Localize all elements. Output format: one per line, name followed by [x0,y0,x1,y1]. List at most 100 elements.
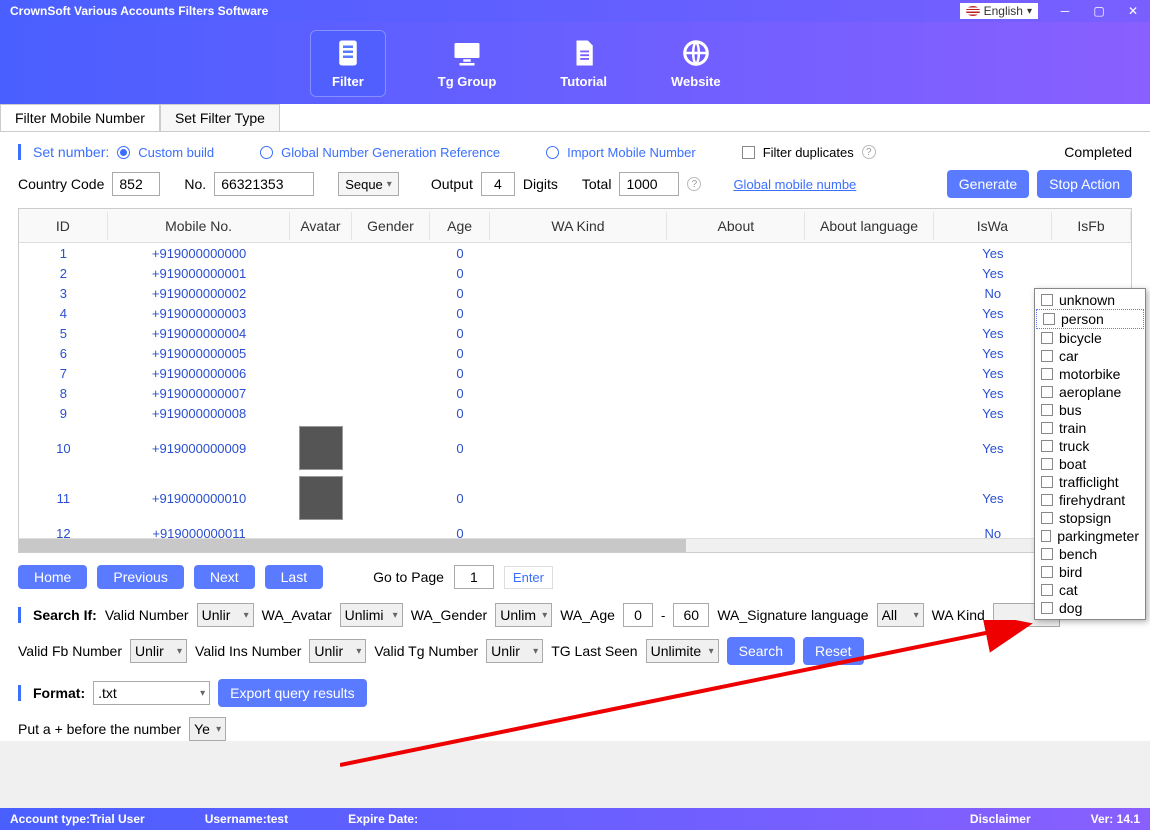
dropdown-item[interactable]: bench [1035,545,1145,563]
dropdown-item[interactable]: cat [1035,581,1145,599]
table-row[interactable]: 6+9190000000050Yes [19,343,1131,363]
minimize-button[interactable]: ─ [1048,0,1082,22]
valid-fb-select[interactable]: Unlir▾ [130,639,187,663]
dropdown-item[interactable]: unknown [1035,291,1145,309]
checkbox-icon[interactable] [1041,368,1053,380]
generate-button[interactable]: Generate [947,170,1029,198]
tg-last-seen-select[interactable]: Unlimite▾ [646,639,719,663]
maximize-button[interactable]: ▢ [1082,0,1116,22]
previous-button[interactable]: Previous [97,565,183,589]
checkbox-icon[interactable] [1041,512,1053,524]
checkbox-icon[interactable] [1041,530,1051,542]
dropdown-item[interactable]: motorbike [1035,365,1145,383]
table-row[interactable]: 9+9190000000080Yes [19,403,1131,423]
checkbox-icon[interactable] [1043,313,1055,325]
valid-tg-select[interactable]: Unlir▾ [486,639,543,663]
valid-ins-select[interactable]: Unlir▾ [309,639,366,663]
dropdown-item[interactable]: person [1036,309,1144,329]
close-button[interactable]: ✕ [1116,0,1150,22]
age-min-input[interactable] [623,603,653,627]
checkbox-icon[interactable] [1041,494,1053,506]
home-button[interactable]: Home [18,565,87,589]
checkbox-icon[interactable] [1041,602,1053,614]
dropdown-item[interactable]: stopsign [1035,509,1145,527]
country-code-input[interactable] [112,172,160,196]
radio-import[interactable] [546,146,559,159]
radio-custom-build[interactable] [117,146,130,159]
toolbar-filter[interactable]: Filter [310,30,386,97]
checkbox-filter-duplicates[interactable] [742,146,755,159]
total-input[interactable] [619,172,679,196]
export-button[interactable]: Export query results [218,679,367,707]
dropdown-item[interactable]: boat [1035,455,1145,473]
plus-prefix-select[interactable]: Ye▾ [189,717,226,741]
tab-set-filter-type[interactable]: Set Filter Type [160,104,280,131]
completed-label: Completed [1064,144,1132,160]
checkbox-icon[interactable] [1041,548,1053,560]
help-icon[interactable]: ? [862,145,876,159]
dropdown-item[interactable]: car [1035,347,1145,365]
toolbar-tggroup[interactable]: Tg Group [426,30,509,97]
checkbox-icon[interactable] [1041,422,1053,434]
radio-global-gen[interactable] [260,146,273,159]
checkbox-icon[interactable] [1041,386,1053,398]
table-row[interactable]: 3+9190000000020No [19,283,1131,303]
wa-gender-select[interactable]: Unlim▾ [495,603,552,627]
dropdown-item[interactable]: dog [1035,599,1145,617]
table-row[interactable]: 7+9190000000060Yes [19,363,1131,383]
checkbox-icon[interactable] [1041,350,1053,362]
table-row[interactable]: 1+9190000000000Yes [19,243,1131,263]
document-icon [569,38,599,68]
dropdown-item[interactable]: bus [1035,401,1145,419]
age-max-input[interactable] [673,603,709,627]
checkbox-icon[interactable] [1041,584,1053,596]
checkbox-icon[interactable] [1041,566,1053,578]
table-row[interactable]: 4+9190000000030Yes [19,303,1131,323]
dropdown-item[interactable]: parkingmeter [1035,527,1145,545]
checkbox-icon[interactable] [1041,476,1053,488]
horizontal-scrollbar[interactable] [19,538,1131,552]
status-bar: Account type:Trial User Username:test Ex… [0,808,1150,830]
format-select[interactable]: .txt▾ [93,681,210,705]
next-button[interactable]: Next [194,565,255,589]
monitor-icon [452,38,482,68]
enter-button[interactable]: Enter [504,566,553,589]
checkbox-icon[interactable] [1041,458,1053,470]
last-button[interactable]: Last [265,565,323,589]
table-row[interactable]: 2+9190000000010Yes [19,263,1131,283]
valid-number-select[interactable]: Unlir▾ [197,603,254,627]
checkbox-icon[interactable] [1041,440,1053,452]
wa-signature-lang-select[interactable]: All▾ [877,603,924,627]
table-row[interactable]: 10+9190000000090Yes [19,423,1131,473]
table-row[interactable]: 8+9190000000070Yes [19,383,1131,403]
global-mobile-link[interactable]: Global mobile numbe [733,177,856,192]
dropdown-item[interactable]: firehydrant [1035,491,1145,509]
output-input[interactable] [481,172,515,196]
sequence-select[interactable]: Seque▾ [338,172,399,196]
number-input[interactable] [214,172,314,196]
wa-avatar-select[interactable]: Unlimi▾ [340,603,403,627]
stop-action-button[interactable]: Stop Action [1037,170,1132,198]
checkbox-icon[interactable] [1041,294,1053,306]
help-icon[interactable]: ? [687,177,701,191]
dropdown-item[interactable]: train [1035,419,1145,437]
toolbar-website[interactable]: Website [659,30,733,97]
dropdown-item[interactable]: aeroplane [1035,383,1145,401]
tab-filter-mobile[interactable]: Filter Mobile Number [0,104,160,131]
dropdown-item[interactable]: truck [1035,437,1145,455]
reset-button[interactable]: Reset [803,637,864,665]
dropdown-item[interactable]: bird [1035,563,1145,581]
checkbox-icon[interactable] [1041,332,1053,344]
goto-page-input[interactable] [454,565,494,589]
language-select[interactable]: English ▾ [960,3,1038,19]
avatar-thumbnail [299,476,343,520]
dropdown-item[interactable]: bicycle [1035,329,1145,347]
disclaimer-link[interactable]: Disclaimer [970,812,1031,826]
table-row[interactable]: 11+9190000000100Yes [19,473,1131,523]
dropdown-item[interactable]: trafficlight [1035,473,1145,491]
toolbar-tutorial[interactable]: Tutorial [548,30,619,97]
titlebar: CrownSoft Various Accounts Filters Softw… [0,0,1150,22]
checkbox-icon[interactable] [1041,404,1053,416]
search-button[interactable]: Search [727,637,795,665]
table-row[interactable]: 5+9190000000040Yes [19,323,1131,343]
